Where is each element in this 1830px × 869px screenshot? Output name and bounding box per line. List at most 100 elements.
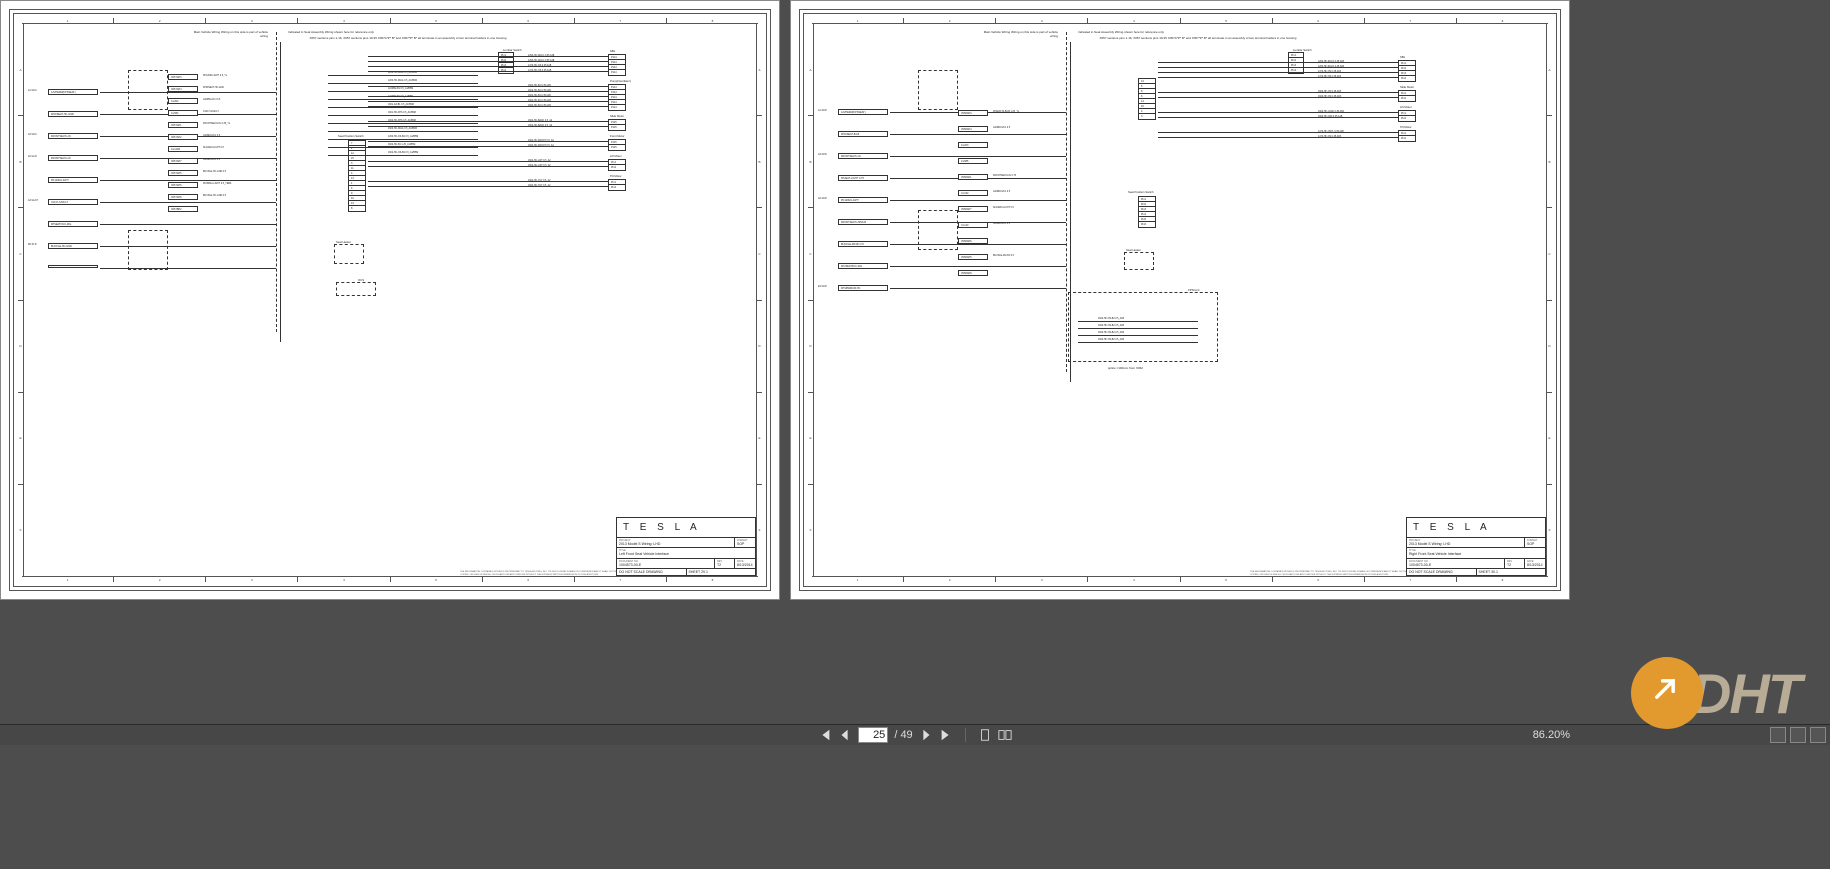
prev-page-icon[interactable] [838, 728, 852, 742]
two-page-icon[interactable] [998, 728, 1012, 742]
ruler-vcell: F [18, 485, 23, 576]
wire [368, 161, 608, 162]
connector-label: CL190 [958, 190, 988, 196]
connector-label: X057AP1 [168, 122, 198, 128]
wire [1158, 137, 1398, 138]
first-page-icon[interactable] [818, 728, 832, 742]
last-page-icon[interactable] [939, 728, 953, 742]
rev: T2 [717, 563, 721, 567]
wire-label: BUCKLE-HC-GND 0.5 [203, 195, 226, 197]
header-note-right: Indicated in Seat Assembly Wiring shown … [288, 30, 388, 34]
ruler-cell: 4 [1088, 577, 1180, 582]
right-toolbar-icons [1770, 727, 1826, 743]
ruler-vcell: E [757, 393, 762, 485]
disclaimer: THE INFORMATION CONTAINED WITHIN IS PROP… [1250, 571, 1430, 576]
page-input[interactable] [858, 727, 888, 743]
sheet: SHEET 30.1 [1477, 569, 1546, 575]
next-page-icon[interactable] [919, 728, 933, 742]
signal-ref: A3 G8.D [818, 154, 827, 156]
block-title: Lift Motor [610, 154, 622, 158]
wire [368, 166, 608, 167]
dashed-conn-top [918, 70, 958, 110]
wire [1078, 321, 1198, 322]
wire [328, 91, 478, 92]
project: 2013 Model S Wiring: LHD [1409, 542, 1450, 546]
wire-label: 1600-HF-OS-B2 0.5_A1B [1098, 332, 1124, 334]
wire [328, 75, 478, 76]
signal-box: PK120M-LIGHT [48, 177, 98, 183]
connector-block: P114P114P114P114 [608, 54, 626, 76]
wire-label: PK068A1-LIGHT 0.5_YEBK [203, 183, 231, 185]
occ-box [336, 282, 376, 296]
top-note: X057 sections pins 1-16, X057 sections p… [308, 36, 508, 40]
schematic-left: Main Vehicle Wiring Wiring on this side … [28, 30, 752, 330]
wire-label: 1260-HC-DIAG 0.5_A1/B5M [388, 72, 417, 74]
wire [328, 147, 478, 148]
connector-block: P115P115 [608, 139, 626, 151]
ruler-cell: 4 [298, 18, 390, 23]
ruler-vcell: A [18, 24, 23, 116]
signal-box: FRONTSEAT-USNS-B [838, 219, 888, 225]
pin: Pin4 [1399, 76, 1415, 81]
wire [368, 126, 608, 127]
toolbar-icon-3[interactable] [1810, 727, 1826, 743]
wire-label: X1417-GND-LT [203, 111, 219, 113]
block-title: Tilt Motor [610, 174, 622, 178]
connector-block: Pin1Pin2 [1398, 130, 1416, 142]
wire [1078, 342, 1198, 343]
lumbar-block: Pin1Pin2Pin3Pin4 [1288, 52, 1304, 74]
ruler-vcell: A [757, 24, 762, 116]
title-block-right: T E S L A PROJECT2013 Model S Wiring: LH… [1406, 517, 1546, 576]
ruler-cell: 2 [114, 18, 206, 23]
signal-box: FPDISEAT-B1-B [838, 131, 888, 137]
connector-label: X058AP7 [958, 206, 988, 212]
wire-label: G309M-G8.1 0.5 [993, 223, 1010, 225]
ruler-vcell: D [757, 301, 762, 393]
wire [328, 131, 478, 132]
wire [1078, 328, 1198, 329]
ruler-cell: 6 [483, 577, 575, 582]
ruler-cell: 8 [667, 577, 758, 582]
ruler-right: A B C D E F [756, 24, 762, 576]
toolbar-icon-1[interactable] [1770, 727, 1786, 743]
wire-label: G208W-G8.4 0.5 [203, 99, 220, 101]
signal-box: FPDISEAT-HC-GND [48, 111, 98, 117]
connector-label: X057BP2 [168, 206, 198, 212]
wire [368, 66, 608, 67]
wire-label: 1600-HF-OS-B2 0.5_A1B [1098, 339, 1124, 341]
block-title: Front Motor [610, 134, 624, 138]
top-note: X057 sections pins 1-16, X057 sections p… [1098, 36, 1298, 40]
signal-ref: A1 G8.D [818, 110, 827, 112]
wire-label: SL048A3-LIGHT 0.5 [993, 207, 1014, 209]
toolbar-icon-2[interactable] [1790, 727, 1806, 743]
wire-label: G209M-G8.1 0.5 [203, 159, 220, 161]
signal-box: 12VPERM(FPSSEAT) [838, 109, 888, 115]
wire-label: FPDISEAT-HC-GND [203, 87, 224, 89]
format: SOP [1527, 542, 1534, 546]
wire [1158, 117, 1398, 118]
block-title: SBL [610, 49, 615, 53]
wire-label: SL046A3-LIGHT 0.5 [203, 147, 224, 149]
single-page-icon[interactable] [978, 728, 992, 742]
connector-block: Pin1Pin2 [1398, 110, 1416, 122]
wire [100, 202, 276, 203]
signal-ref: A2 G8.D [818, 198, 827, 200]
ruler-cell: 7 [1365, 577, 1457, 582]
connector-block: P115P115 [608, 119, 626, 131]
brand-logo: T E S L A [1407, 518, 1545, 538]
signal-box: BUCKLE-HC-GND [48, 243, 98, 249]
pin: Pin2 [1399, 136, 1415, 141]
signal-box: FP2SEAT0CC-DIG [838, 263, 888, 269]
ruler-cell: 8 [1457, 577, 1548, 582]
header-note-left: Main Vehicle Wiring Wiring on this side … [188, 30, 268, 38]
ruler-cell: 6 [1273, 577, 1365, 582]
connector-label: X057AP5 [168, 170, 198, 176]
brand-logo: T E S L A [617, 518, 755, 538]
wire [368, 101, 608, 102]
ruler-vcell: B [1547, 116, 1552, 208]
signal-ref: D6 ST.D [28, 244, 37, 246]
connector-label: CL121B [168, 146, 198, 152]
connector-block: Pin1Pin2 [1398, 90, 1416, 102]
wire-label: BUCKLE-HC-GND 0.5 [203, 171, 226, 173]
date: 8/13/2014 [1527, 563, 1543, 567]
